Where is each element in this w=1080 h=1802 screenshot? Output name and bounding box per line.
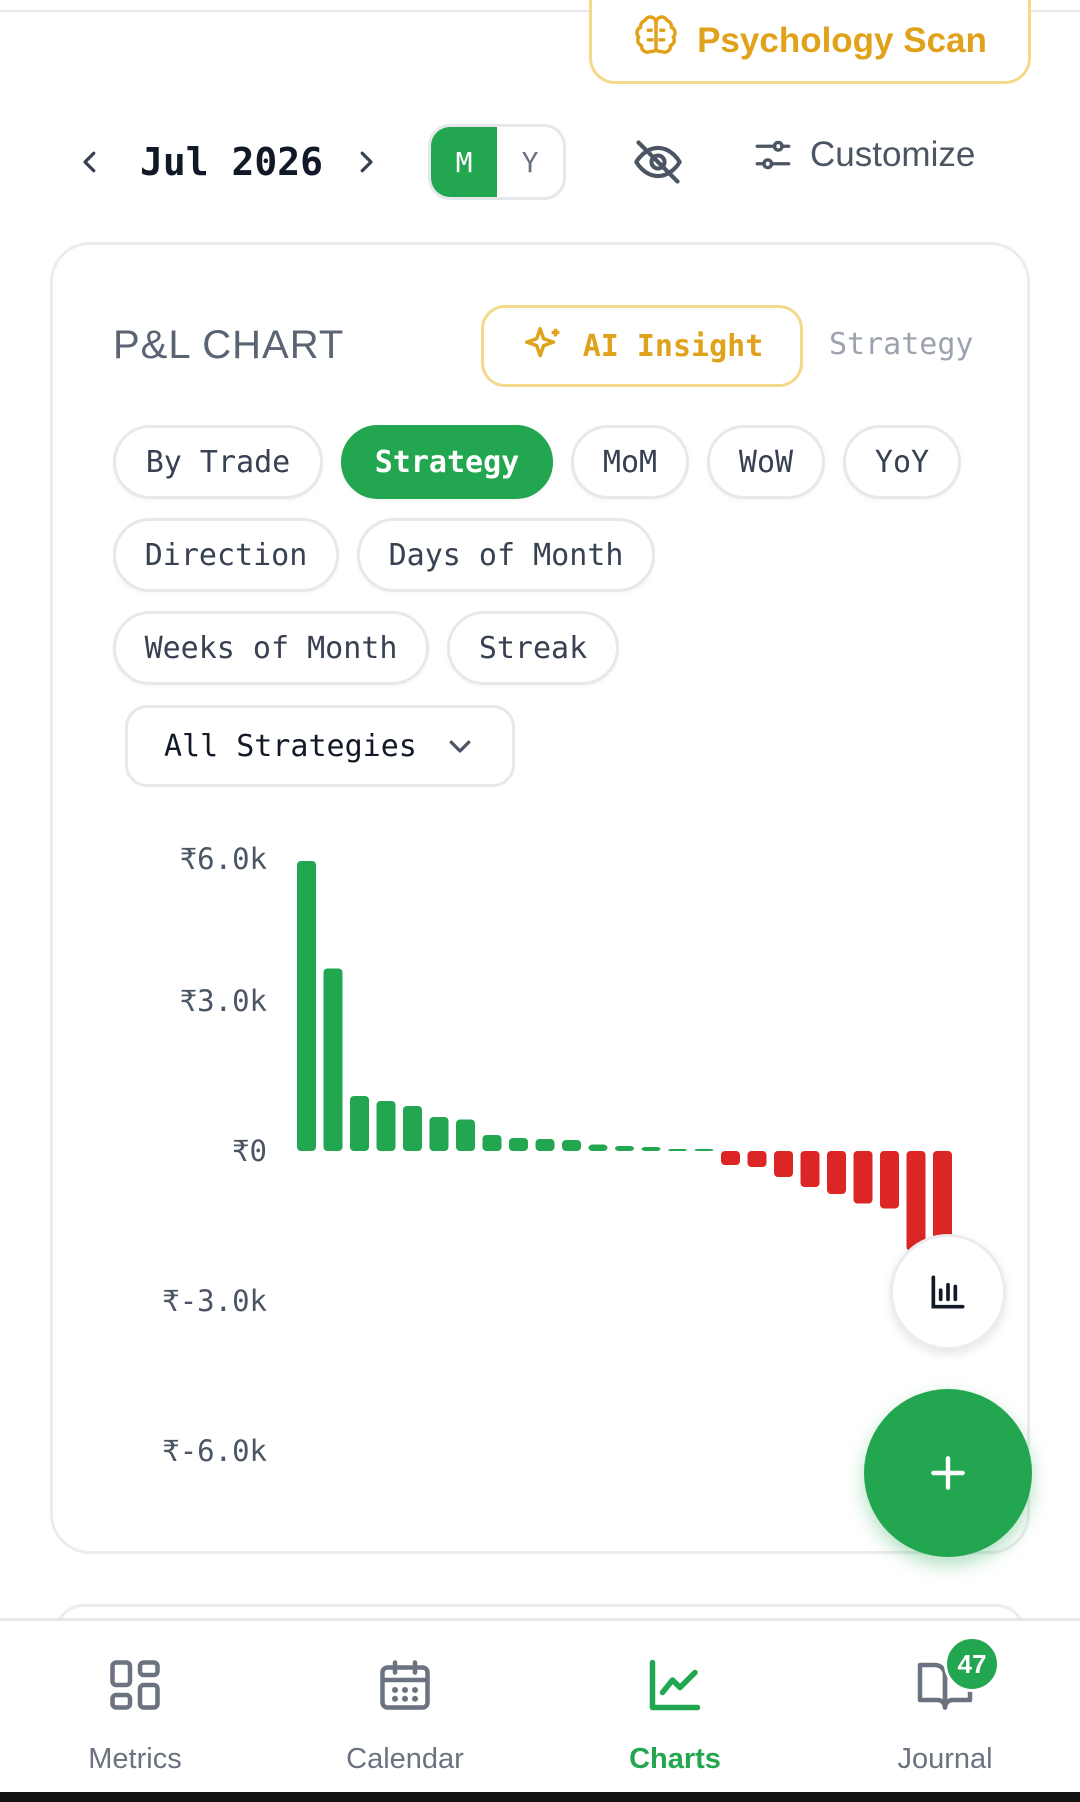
pnl-bar[interactable] xyxy=(721,1151,740,1165)
pnl-bar[interactable] xyxy=(853,1151,873,1204)
pnl-bar[interactable] xyxy=(747,1151,767,1167)
pnl-bar[interactable] xyxy=(297,861,316,1151)
pnl-bar[interactable] xyxy=(668,1149,687,1151)
add-trade-button[interactable] xyxy=(864,1389,1032,1557)
nav-journal[interactable]: Journal xyxy=(810,1621,1080,1795)
customize-button[interactable]: Customize xyxy=(752,134,975,176)
chevron-left-icon xyxy=(83,151,96,173)
pnl-bar[interactable] xyxy=(350,1096,369,1151)
customize-label: Customize xyxy=(810,135,976,174)
nav-calendar[interactable]: Calendar xyxy=(270,1621,540,1795)
sliders-icon xyxy=(755,140,791,170)
pnl-bar[interactable] xyxy=(906,1151,926,1251)
pnl-bar-chart xyxy=(297,861,952,1254)
prev-month-button[interactable] xyxy=(68,140,112,184)
chart-options-button[interactable] xyxy=(890,1234,1006,1350)
nav-charts-label: Charts xyxy=(629,1743,721,1775)
bar-chart-icon xyxy=(931,1275,965,1309)
chart-line-icon xyxy=(649,1659,701,1711)
nav-calendar-label: Calendar xyxy=(346,1743,464,1775)
pnl-bar[interactable] xyxy=(588,1144,608,1152)
system-bar xyxy=(0,1792,1080,1802)
journal-count-badge: 47 xyxy=(944,1636,1000,1692)
bottom-navigation: Metrics Calendar Charts Journal xyxy=(0,1618,1080,1792)
period-year-option[interactable]: Y xyxy=(497,127,563,197)
pnl-bar[interactable] xyxy=(641,1147,661,1151)
nav-metrics[interactable]: Metrics xyxy=(0,1621,270,1795)
eye-off-icon xyxy=(634,140,682,184)
nav-journal-label: Journal xyxy=(897,1743,993,1775)
grid-icon xyxy=(110,1660,160,1710)
pnl-chart-card: P&L CHART AI Insight Strategy By Trade S… xyxy=(50,242,1030,1554)
brain-icon xyxy=(633,13,679,68)
pnl-bar[interactable] xyxy=(535,1139,555,1151)
pnl-bar[interactable] xyxy=(615,1146,634,1151)
current-month: Jul 2026 xyxy=(140,140,324,184)
pnl-bar[interactable] xyxy=(482,1135,502,1151)
pnl-bar[interactable] xyxy=(774,1151,793,1177)
pnl-bar[interactable] xyxy=(562,1140,581,1151)
pnl-bar[interactable] xyxy=(456,1119,475,1152)
date-navigation: Jul 2026 M Y Customize xyxy=(0,122,1080,202)
nav-metrics-label: Metrics xyxy=(88,1743,182,1775)
pnl-bar[interactable] xyxy=(694,1149,714,1151)
hide-values-button[interactable] xyxy=(632,136,684,193)
psychology-scan-button[interactable]: Psychology Scan xyxy=(589,0,1031,84)
calendar-icon xyxy=(380,1660,430,1710)
period-toggle: M Y xyxy=(428,124,566,200)
pnl-bar[interactable] xyxy=(429,1117,449,1151)
pnl-bar[interactable] xyxy=(827,1151,846,1194)
psychology-scan-label: Psychology Scan xyxy=(697,20,987,60)
pnl-bar[interactable] xyxy=(509,1138,528,1151)
pnl-bar[interactable] xyxy=(376,1101,396,1151)
plus-icon xyxy=(931,1456,965,1490)
next-month-button[interactable] xyxy=(344,140,388,184)
pnl-bar[interactable] xyxy=(323,968,343,1152)
chevron-right-icon xyxy=(360,151,373,173)
pnl-bar[interactable] xyxy=(800,1151,820,1187)
nav-charts[interactable]: Charts xyxy=(540,1621,810,1795)
pnl-bar[interactable] xyxy=(403,1106,422,1151)
pnl-bar[interactable] xyxy=(880,1151,899,1209)
period-month-option[interactable]: M xyxy=(431,127,497,197)
